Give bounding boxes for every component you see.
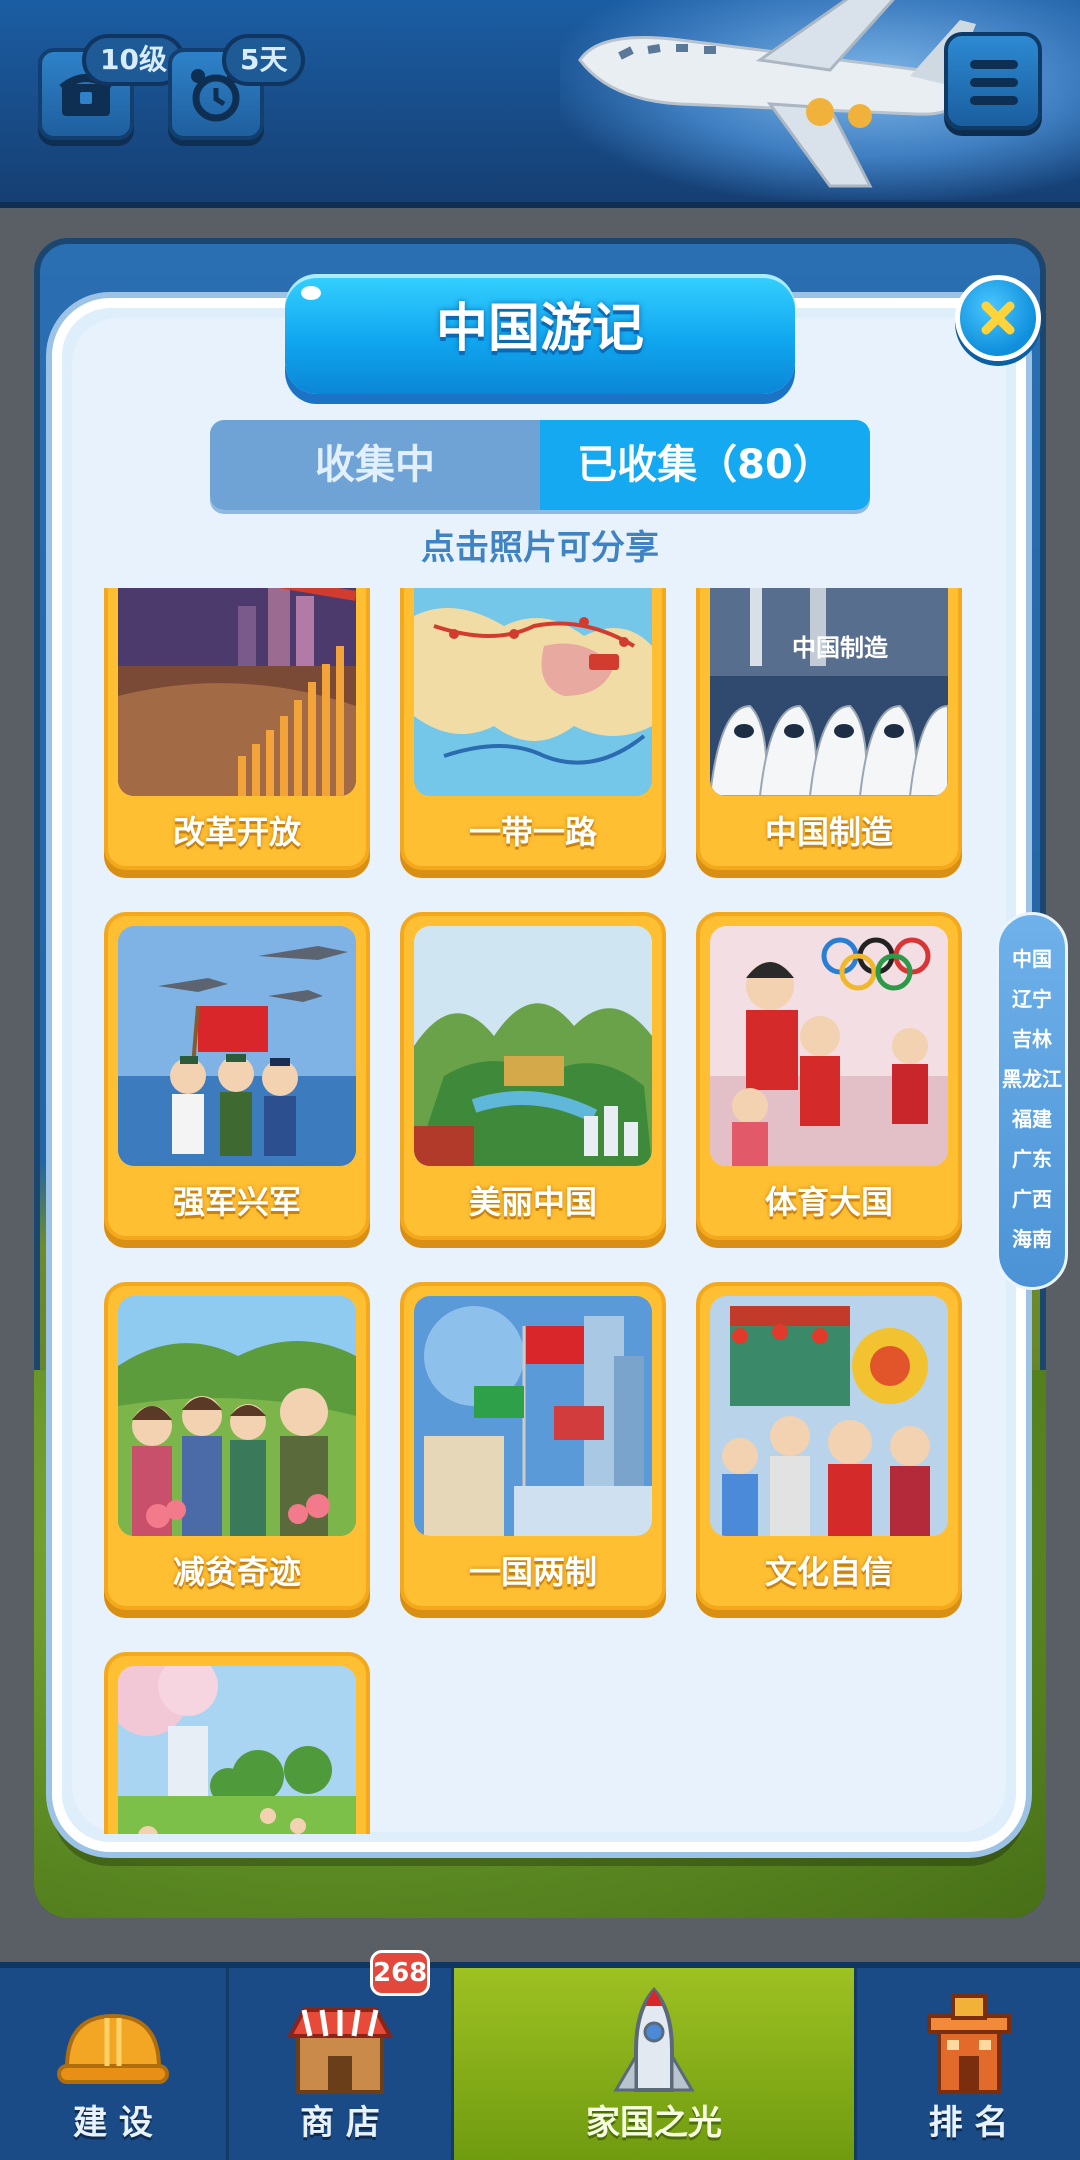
photo-card-beautiful-china[interactable]: 美丽中国: [400, 912, 666, 1240]
collection-tabs: 收集中 已收集（80）: [210, 420, 870, 510]
made-in-china-trains: 中国制造: [710, 588, 948, 796]
photo-card-made-in-china[interactable]: 中国制造 中国制造: [696, 588, 962, 870]
nav-build[interactable]: 建 设: [0, 1968, 226, 2160]
photo-card-one-country-two-systems[interactable]: 一国两制: [400, 1282, 666, 1610]
days-badge: 5天: [222, 34, 306, 86]
region-index-item[interactable]: 吉林: [999, 1019, 1065, 1059]
cultural-confidence-lion-dance: [710, 1296, 948, 1536]
tab-collecting[interactable]: 收集中: [210, 420, 540, 510]
military-strength: [118, 926, 356, 1166]
photo-card-park[interactable]: [104, 1652, 370, 1834]
card-label: 一国两制: [468, 1553, 597, 1591]
card-label: 美丽中国: [468, 1183, 597, 1221]
nav-shop[interactable]: 商 店: [229, 1968, 451, 2160]
card-label: 改革开放: [172, 813, 301, 851]
region-index-item[interactable]: 黑龙江: [999, 1059, 1065, 1099]
share-hint: 点击照片可分享: [421, 528, 659, 568]
card-label: 强军兴军: [172, 1183, 301, 1221]
photo-card-sports[interactable]: 体育大国: [696, 912, 962, 1240]
card-label: 体育大国: [764, 1183, 893, 1221]
shop-icon: [286, 2008, 394, 2094]
rocket-icon: [613, 1987, 695, 2092]
airplane-illustration: [578, 0, 976, 188]
region-index-item[interactable]: 广西: [999, 1179, 1065, 1219]
nav-shop-label: 商 店: [300, 2103, 380, 2143]
nav-home-light-label: 家国之光: [586, 2103, 722, 2143]
region-index-item[interactable]: 辽宁: [999, 979, 1065, 1019]
park-cherry-blossom: [118, 1666, 356, 1834]
shop-notification-badge: 268: [370, 1950, 430, 1996]
region-index-item[interactable]: 福建: [999, 1099, 1065, 1139]
poverty-reduction-villagers: [118, 1296, 356, 1536]
region-index-item[interactable]: 海南: [999, 1219, 1065, 1259]
card-label: 文化自信: [764, 1553, 893, 1591]
modal-title: 中国游记: [435, 299, 644, 359]
beautiful-china-landscape: [414, 926, 652, 1166]
region-index-item[interactable]: 广东: [999, 1139, 1065, 1179]
tab-collected[interactable]: 已收集（80）: [540, 420, 870, 510]
photo-card-poverty-reduction[interactable]: 减贫奇迹: [104, 1282, 370, 1610]
bottom-nav: 建 设 商 店 家国之光 排 名: [0, 1962, 1080, 2160]
photo-card-military[interactable]: 强军兴军: [104, 912, 370, 1240]
close-button[interactable]: [955, 275, 1041, 361]
photo-card-belt-and-road[interactable]: 一带一路: [400, 588, 666, 870]
nav-ranking-label: 排 名: [928, 2103, 1009, 2143]
sports-olympic-rings: [710, 926, 948, 1166]
svg-text:中国制造: 中国制造: [792, 634, 888, 662]
photo-card-cultural-confidence[interactable]: 文化自信: [696, 1282, 962, 1610]
ranking-building-icon: [926, 1994, 1011, 2094]
photo-card-grid: 改革开放 一带一路 中国制造 中国制造 强军兴军 美丽中国 体育大国 减贫奇迹 …: [96, 588, 976, 1834]
region-index: 中国 辽宁 吉林 黑龙江 福建 广东 广西 海南: [996, 912, 1068, 1290]
close-icon: [981, 301, 1015, 335]
nav-home-light[interactable]: 家国之光: [454, 1968, 854, 2160]
reform-opening-photo: [118, 588, 356, 796]
menu-icon: [970, 60, 1018, 69]
card-label: 中国制造: [764, 813, 893, 851]
belt-and-road-map: [414, 588, 652, 796]
region-index-item[interactable]: 中国: [999, 939, 1065, 979]
nav-ranking[interactable]: 排 名: [857, 1968, 1080, 2160]
nav-build-label: 建 设: [73, 2103, 153, 2143]
modal-title-banner: 中国游记: [285, 274, 795, 394]
menu-button[interactable]: [944, 32, 1042, 130]
hard-hat-icon: [57, 2013, 169, 2084]
top-bar: 10级 5天: [0, 0, 1080, 208]
photo-card-reform-opening[interactable]: 改革开放: [104, 588, 370, 870]
card-label: 一带一路: [468, 813, 597, 851]
card-label: 减贫奇迹: [172, 1553, 301, 1591]
one-country-two-systems-flags: [414, 1296, 652, 1536]
